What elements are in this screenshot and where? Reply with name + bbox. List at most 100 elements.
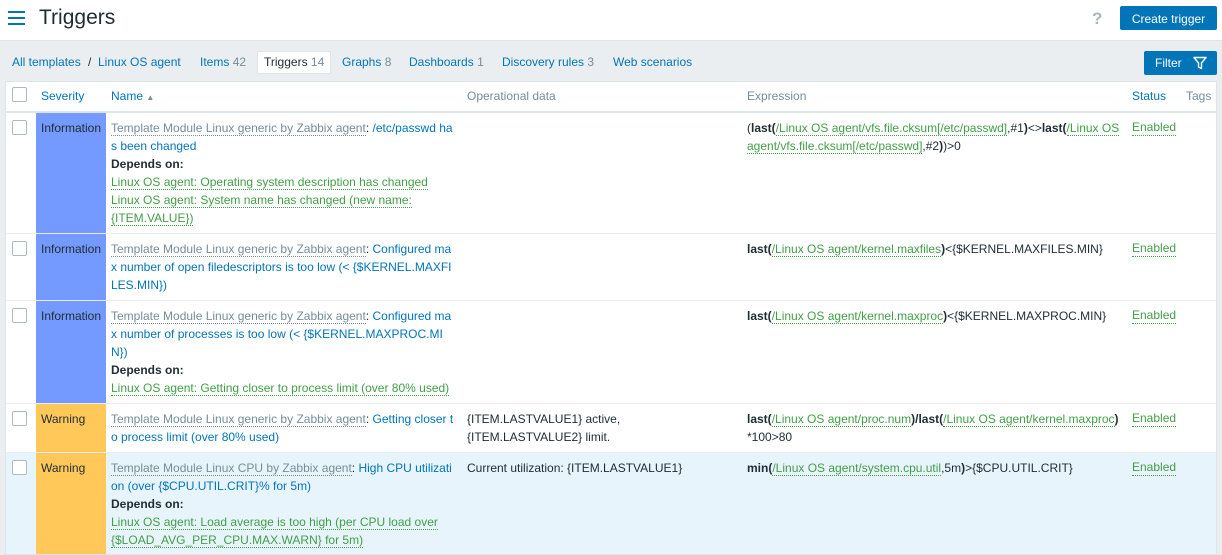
expr-text: <> <box>1027 121 1042 135</box>
row-checkbox[interactable] <box>12 411 27 426</box>
expression-cell: last(/Linux OS agent/kernel.maxproc)<{$K… <box>747 307 1127 325</box>
item-link[interactable]: /Linux OS agent/kernel.maxproc <box>943 412 1115 427</box>
all-templates-link[interactable]: All templates <box>12 55 81 69</box>
name-cell: Template Module Linux generic by Zabbix … <box>111 242 452 292</box>
page-title: Triggers <box>39 6 116 29</box>
expr-text: ,5m <box>941 461 962 475</box>
status-link[interactable]: Enabled <box>1132 119 1177 136</box>
tab-discovery-label: Discovery rules <box>502 55 585 69</box>
expr-text: ,#2 <box>922 139 940 153</box>
row-checkbox[interactable] <box>12 241 27 256</box>
expr-function: last( <box>751 121 776 135</box>
tab-dashboards-count: 1 <box>477 55 484 69</box>
name-cell: Template Module Linux generic by Zabbix … <box>111 412 454 444</box>
create-trigger-button[interactable]: Create trigger <box>1120 6 1217 30</box>
expression-cell: min(/Linux OS agent/system.cpu.util,5m)>… <box>747 459 1127 477</box>
template-navigation: All templates / Linux OS agent Items 42 … <box>0 41 1222 81</box>
severity-cell: Information <box>36 234 106 300</box>
item-link[interactable]: /Linux OS agent/kernel.maxproc <box>771 309 944 324</box>
status-link[interactable]: Enabled <box>1132 307 1177 324</box>
tab-graphs-label: Graphs <box>342 55 382 69</box>
expr-function: last( <box>747 309 772 323</box>
expr-text: <{$KERNEL.MAXPROC.MIN} <box>947 309 1107 323</box>
row-checkbox[interactable] <box>12 460 27 475</box>
expr-text: *100>80 <box>747 430 793 444</box>
tab-graphs-count: 8 <box>384 55 392 69</box>
expr-function: last( <box>747 242 772 256</box>
tab-triggers[interactable]: Triggers 14 <box>257 51 332 74</box>
tab-discovery-count: 3 <box>587 55 595 69</box>
operational-data-cell: {ITEM.LASTVALUE1} active, {ITEM.LASTVALU… <box>467 412 621 444</box>
tab-dashboards-label: Dashboards <box>409 55 474 69</box>
item-link[interactable]: /Linux OS agent/system.cpu.util <box>772 461 942 476</box>
help-icon[interactable]: ? <box>1092 9 1102 29</box>
expr-text: >{$CPU.UTIL.CRIT} <box>965 461 1073 475</box>
name-cell: Template Module Linux generic by Zabbix … <box>111 309 452 396</box>
expression-cell: last(/Linux OS agent/kernel.maxfiles)<{$… <box>747 240 1127 258</box>
tab-graphs[interactable]: Graphs 8 <box>342 55 391 69</box>
status-link[interactable]: Enabled <box>1132 410 1177 427</box>
template-link[interactable]: Linux OS agent <box>98 55 181 69</box>
expr-text: <{$KERNEL.MAXFILES.MIN} <box>945 242 1103 256</box>
column-status[interactable]: Status <box>1132 82 1166 112</box>
item-link[interactable]: /Linux OS agent/proc.num <box>771 412 912 427</box>
table-row: Information Template Module Linux generi… <box>6 113 1216 234</box>
depends-label: Depends on: <box>111 157 184 171</box>
tab-dashboards[interactable]: Dashboards 1 <box>409 55 484 69</box>
column-severity[interactable]: Severity <box>41 82 84 112</box>
expr-function: )/last( <box>911 412 944 426</box>
row-checkbox[interactable] <box>12 308 27 323</box>
tab-triggers-label: Triggers <box>264 55 308 69</box>
template-link[interactable]: Template Module Linux CPU by Zabbix agen… <box>111 461 352 476</box>
expr-function: ) <box>1114 412 1119 426</box>
column-expression: Expression <box>747 89 807 103</box>
column-name[interactable]: Name ▲ <box>111 82 154 112</box>
dependency-link[interactable]: Linux OS agent: Getting closer to proces… <box>111 381 450 396</box>
expression-cell: (last(/Linux OS agent/vfs.file.cksum[/et… <box>747 119 1127 155</box>
item-link[interactable]: /Linux OS agent/vfs.file.cksum[/etc/pass… <box>775 121 1008 136</box>
expr-function: last( <box>747 412 772 426</box>
severity-cell: Warning <box>36 404 106 452</box>
tab-items-count: 42 <box>232 55 247 69</box>
table-row: Warning Template Module Linux generic by… <box>6 404 1216 453</box>
template-link[interactable]: Template Module Linux generic by Zabbix … <box>111 242 366 257</box>
severity-cell: Information <box>36 113 106 233</box>
tab-triggers-count: 14 <box>310 55 325 69</box>
expression-cell: last(/Linux OS agent/proc.num)/last(/Lin… <box>747 410 1127 446</box>
dependency-link[interactable]: Linux OS agent: Operating system descrip… <box>111 175 428 190</box>
item-link[interactable]: /Linux OS agent/kernel.maxfiles <box>771 242 942 257</box>
column-operational-data: Operational data <box>467 89 556 103</box>
filter-label: Filter <box>1155 56 1182 70</box>
expr-text: )>0 <box>943 139 961 153</box>
triggers-table: Severity Name ▲ Operational data Express… <box>5 81 1217 555</box>
dependency-link[interactable]: Linux OS agent: Load average is too high… <box>111 515 438 548</box>
tab-discovery-rules[interactable]: Discovery rules 3 <box>502 55 594 69</box>
expr-text: ,#1 <box>1007 121 1024 135</box>
status-link[interactable]: Enabled <box>1132 240 1177 257</box>
template-link[interactable]: Template Module Linux generic by Zabbix … <box>111 412 366 427</box>
name-cell: Template Module Linux generic by Zabbix … <box>111 121 453 226</box>
column-name-label: Name <box>111 89 144 103</box>
status-link[interactable]: Enabled <box>1132 459 1177 476</box>
select-all-checkbox[interactable] <box>12 87 27 102</box>
breadcrumb-separator: / <box>88 55 92 69</box>
severity-cell: Information <box>36 301 106 403</box>
expr-function: min( <box>747 461 773 475</box>
page-header: Triggers ? Create trigger <box>0 0 1222 41</box>
template-link[interactable]: Template Module Linux generic by Zabbix … <box>111 309 366 324</box>
template-link[interactable]: Template Module Linux generic by Zabbix … <box>111 121 366 136</box>
name-cell: Template Module Linux CPU by Zabbix agen… <box>111 461 452 548</box>
row-checkbox[interactable] <box>12 120 27 135</box>
expr-function: last( <box>1041 121 1067 135</box>
column-tags: Tags <box>1186 89 1212 103</box>
filter-icon <box>1193 56 1207 70</box>
tab-web-scenarios[interactable]: Web scenarios <box>613 55 692 69</box>
dependency-link[interactable]: Linux OS agent: System name has changed … <box>111 193 412 226</box>
depends-label: Depends on: <box>111 497 184 511</box>
menu-icon[interactable] <box>8 11 25 25</box>
table-row: Warning Template Module Linux CPU by Zab… <box>6 453 1216 554</box>
tab-items[interactable]: Items 42 <box>200 55 246 69</box>
operational-data-cell: Current utilization: {ITEM.LASTVALUE1} <box>467 461 683 475</box>
filter-button[interactable]: Filter <box>1144 51 1217 75</box>
table-row: Information Template Module Linux generi… <box>6 301 1216 404</box>
